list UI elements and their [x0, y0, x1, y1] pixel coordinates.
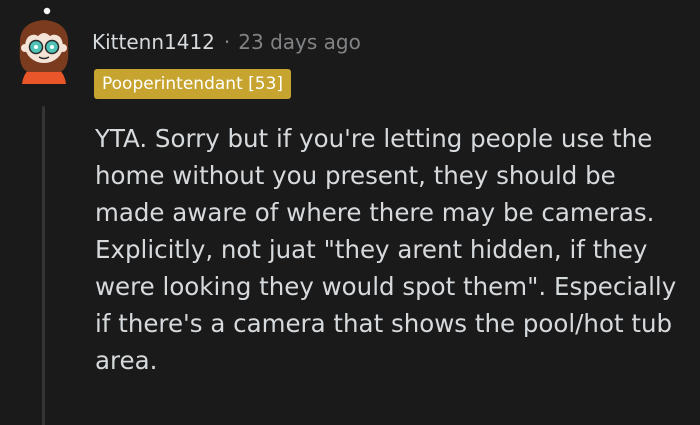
comment-meta: Kittenn1412 · 23 days ago	[92, 30, 361, 54]
meta-separator: ·	[223, 30, 231, 54]
comment-body: YTA. Sorry but if you're letting people …	[95, 124, 677, 375]
username-link[interactable]: Kittenn1412	[92, 30, 215, 54]
user-avatar-icon[interactable]	[12, 6, 76, 84]
timestamp[interactable]: 23 days ago	[238, 30, 361, 54]
user-flair: Pooperintendant [53]	[94, 69, 292, 99]
comment: Kittenn1412 · 23 days ago Pooperintendan…	[0, 0, 700, 425]
thread-line[interactable]	[42, 106, 45, 425]
